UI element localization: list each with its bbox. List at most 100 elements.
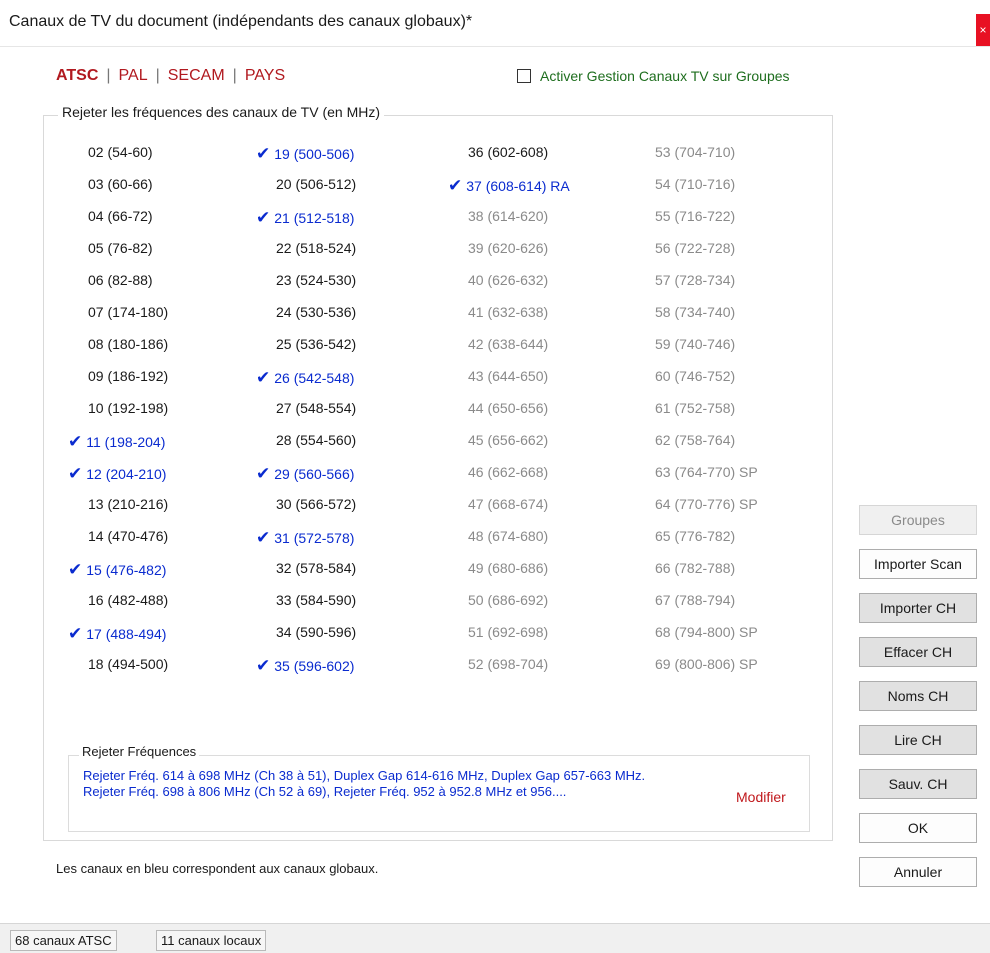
channel-item[interactable]: 05 (76-82) xyxy=(88,240,153,256)
channel-item[interactable]: 23 (524-530) xyxy=(276,272,356,288)
channel-item[interactable]: 04 (66-72) xyxy=(88,208,153,224)
channel-item[interactable]: ✔ 26 (542-548) xyxy=(256,368,354,388)
channel-item[interactable]: ✔ 29 (560-566) xyxy=(256,464,354,484)
channel-item[interactable]: 06 (82-88) xyxy=(88,272,153,288)
channel-item[interactable]: 45 (656-662) xyxy=(468,432,548,448)
channel-item[interactable]: 27 (548-554) xyxy=(276,400,356,416)
channel-item[interactable]: 51 (692-698) xyxy=(468,624,548,640)
channel-label: 53 (704-710) xyxy=(655,144,736,160)
channel-label: 04 (66-72) xyxy=(88,208,153,224)
channel-label: 69 (800-806) SP xyxy=(655,656,758,672)
channel-item[interactable]: 34 (590-596) xyxy=(276,624,356,640)
importer-ch-button[interactable]: Importer CH xyxy=(859,593,977,623)
channel-item[interactable]: 63 (764-770) SP xyxy=(655,464,758,480)
channel-item[interactable]: 40 (626-632) xyxy=(468,272,548,288)
channel-item[interactable]: 30 (566-572) xyxy=(276,496,356,512)
sauv-ch-button[interactable]: Sauv. CH xyxy=(859,769,977,799)
channel-item[interactable]: 58 (734-740) xyxy=(655,304,735,320)
channel-item[interactable]: 09 (186-192) xyxy=(88,368,168,384)
channel-item[interactable]: 28 (554-560) xyxy=(276,432,356,448)
channel-item[interactable]: 38 (614-620) xyxy=(468,208,548,224)
lire-ch-button[interactable]: Lire CH xyxy=(859,725,977,755)
channel-label: 25 (536-542) xyxy=(276,336,357,352)
channel-label: 35 (596-602) xyxy=(274,658,355,674)
checkmark-icon: ✔ xyxy=(256,656,271,675)
channel-item[interactable]: 60 (746-752) xyxy=(655,368,735,384)
channel-item[interactable]: 32 (578-584) xyxy=(276,560,356,576)
channel-label: 68 (794-800) SP xyxy=(655,624,758,640)
channel-item[interactable]: 07 (174-180) xyxy=(88,304,168,320)
channel-grid: 02 (54-60) 03 (60-66) 04 (66-72) 05 (76-82)… xyxy=(0,47,840,747)
channel-item[interactable]: 44 (650-656) xyxy=(468,400,548,416)
channel-item[interactable]: 68 (794-800) SP xyxy=(655,624,758,640)
channel-item[interactable]: ✔ 12 (204-210) xyxy=(68,464,166,484)
channel-item[interactable]: 14 (470-476) xyxy=(88,528,168,544)
channel-item[interactable]: 24 (530-536) xyxy=(276,304,356,320)
importer-scan-button[interactable]: Importer Scan xyxy=(859,549,977,579)
channel-item[interactable]: 59 (740-746) xyxy=(655,336,735,352)
channel-item[interactable]: 36 (602-608) xyxy=(468,144,548,160)
modify-link[interactable]: Modifier xyxy=(736,789,786,805)
channel-item[interactable]: 50 (686-692) xyxy=(468,592,548,608)
channel-item[interactable]: 41 (632-638) xyxy=(468,304,548,320)
close-button[interactable]: × xyxy=(976,14,990,46)
channel-item[interactable]: 02 (54-60) xyxy=(88,144,153,160)
channel-item[interactable]: ✔ 37 (608-614) RA xyxy=(448,176,570,196)
window-title: Canaux de TV du document (indépendants d… xyxy=(9,13,473,30)
channel-item[interactable]: 56 (722-728) xyxy=(655,240,735,256)
channel-item[interactable]: 39 (620-626) xyxy=(468,240,548,256)
channel-item[interactable]: 16 (482-488) xyxy=(88,592,168,608)
channel-item[interactable]: 65 (776-782) xyxy=(655,528,735,544)
checkmark-icon: ✔ xyxy=(68,560,83,579)
channel-label: 46 (662-668) xyxy=(468,464,549,480)
channel-item[interactable]: 42 (638-644) xyxy=(468,336,548,352)
reject-frequencies-legend: Rejeter Fréquences xyxy=(79,744,200,759)
channel-item[interactable]: 43 (644-650) xyxy=(468,368,548,384)
channel-item[interactable]: 52 (698-704) xyxy=(468,656,548,672)
annuler-button[interactable]: Annuler xyxy=(859,857,977,887)
effacer-ch-button[interactable]: Effacer CH xyxy=(859,637,977,667)
channel-label: 14 (470-476) xyxy=(88,528,169,544)
channel-label: 23 (524-530) xyxy=(276,272,357,288)
channel-label: 22 (518-524) xyxy=(276,240,357,256)
channel-item[interactable]: 48 (674-680) xyxy=(468,528,548,544)
groupes-button[interactable]: Groupes xyxy=(859,505,977,535)
channel-item[interactable]: 61 (752-758) xyxy=(655,400,735,416)
channel-item[interactable]: 10 (192-198) xyxy=(88,400,168,416)
channel-label: 09 (186-192) xyxy=(88,368,169,384)
ok-button[interactable]: OK xyxy=(859,813,977,843)
channel-item[interactable]: ✔ 31 (572-578) xyxy=(256,528,354,548)
channel-item[interactable]: ✔ 17 (488-494) xyxy=(68,624,166,644)
channel-item[interactable]: 55 (716-722) xyxy=(655,208,735,224)
channel-label: 34 (590-596) xyxy=(276,624,357,640)
channel-item[interactable]: 53 (704-710) xyxy=(655,144,735,160)
channel-item[interactable]: ✔ 19 (500-506) xyxy=(256,144,354,164)
channel-item[interactable]: 18 (494-500) xyxy=(88,656,168,672)
channel-item[interactable]: 49 (680-686) xyxy=(468,560,548,576)
reject-frequencies-text: Rejeter Fréq. 614 à 698 MHz (Ch 38 à 51)… xyxy=(83,768,723,800)
channel-item[interactable]: 13 (210-216) xyxy=(88,496,168,512)
channel-label: 08 (180-186) xyxy=(88,336,169,352)
channel-label: 05 (76-82) xyxy=(88,240,153,256)
noms-ch-button[interactable]: Noms CH xyxy=(859,681,977,711)
channel-item[interactable]: 66 (782-788) xyxy=(655,560,735,576)
channel-item[interactable]: 54 (710-716) xyxy=(655,176,735,192)
channel-item[interactable]: ✔ 35 (596-602) xyxy=(256,656,354,676)
channel-item[interactable]: ✔ 21 (512-518) xyxy=(256,208,354,228)
channel-item[interactable]: 67 (788-794) xyxy=(655,592,735,608)
channel-item[interactable]: ✔ 11 (198-204) xyxy=(68,432,165,452)
channel-label: 57 (728-734) xyxy=(655,272,736,288)
channel-item[interactable]: 33 (584-590) xyxy=(276,592,356,608)
channel-item[interactable]: 03 (60-66) xyxy=(88,176,153,192)
channel-item[interactable]: 47 (668-674) xyxy=(468,496,548,512)
channel-item[interactable]: 25 (536-542) xyxy=(276,336,356,352)
channel-item[interactable]: 20 (506-512) xyxy=(276,176,356,192)
channel-item[interactable]: 22 (518-524) xyxy=(276,240,356,256)
channel-item[interactable]: 08 (180-186) xyxy=(88,336,168,352)
channel-item[interactable]: 62 (758-764) xyxy=(655,432,735,448)
channel-item[interactable]: 57 (728-734) xyxy=(655,272,735,288)
channel-item[interactable]: 46 (662-668) xyxy=(468,464,548,480)
channel-item[interactable]: 64 (770-776) SP xyxy=(655,496,758,512)
channel-item[interactable]: 69 (800-806) SP xyxy=(655,656,758,672)
channel-item[interactable]: ✔ 15 (476-482) xyxy=(68,560,166,580)
